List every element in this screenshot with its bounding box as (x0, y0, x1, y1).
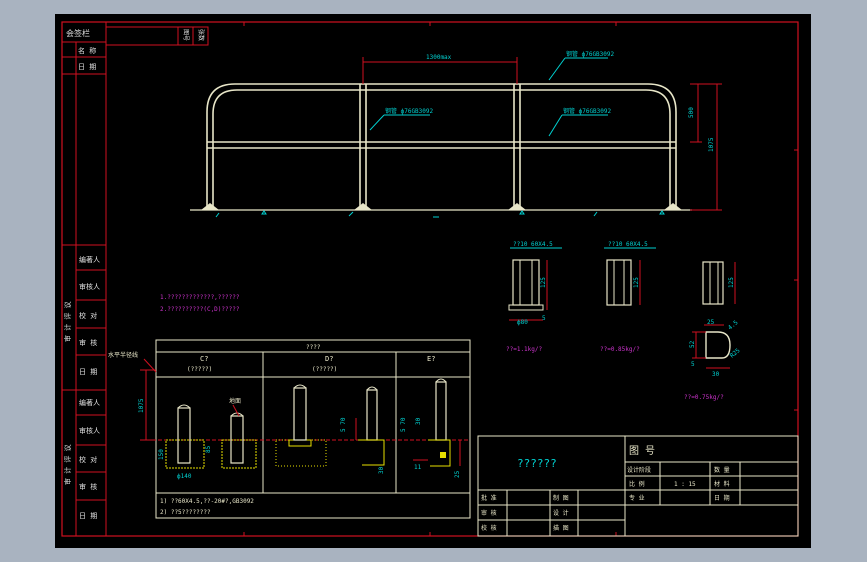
foundation-height: 1075 (138, 398, 145, 413)
pipe-label-2: 钢管 ф76GB3092 (385, 107, 434, 115)
drawing-no-label: 图 号 (629, 445, 655, 457)
note-1: 1.?????????????,?????? (160, 294, 240, 301)
col-c-dim-150: 150 (158, 449, 165, 460)
bracket-mass: ??=0.75kg/? (684, 394, 724, 401)
strip-row: 审 核 (79, 338, 97, 347)
post-2-mass: ??=0.85kg/? (600, 346, 640, 353)
col-d-dim-a: 5 70 (340, 417, 347, 432)
strip-row: 编著人 (79, 255, 100, 264)
strip-row: 审 核 (79, 482, 97, 491)
sign-design: 设 计 (553, 509, 569, 517)
pipe-label-1: 钢管 ф76GB3092 (566, 50, 615, 58)
top-tag-b: 张数 (197, 29, 205, 41)
col-c-sub: (?????) (187, 366, 212, 373)
col-c-dim-85: 85 (205, 445, 212, 453)
foundation-title: ???? (306, 344, 321, 351)
strip-row: 审核人 (79, 426, 100, 435)
foundation-side-label: 水平半径线 (108, 351, 138, 359)
sign-draw: 制 图 (553, 494, 569, 502)
note-2: 2.??????????(C,D)????? (160, 306, 240, 313)
cad-drawing-canvas[interactable]: 会签栏 名 称 日 期 审 计 评 议 编著人 审核人 校 对 审 核 日 期 … (0, 0, 867, 562)
sign-review: 审 核 (481, 509, 497, 517)
foundation-note-1: 1) ??60X4.5,??-20#?,GB3092 (160, 498, 254, 505)
drawing-name: ?????? (517, 457, 557, 470)
top-tag-a: 图号 (182, 29, 189, 41)
bracket-dim-30: 30 (712, 371, 720, 378)
col-c-dim-140: ф140 (177, 473, 192, 480)
col-d-dim-b: 30 (378, 466, 385, 474)
strip-row: 日 期 (79, 368, 97, 376)
dim-height: 1075 (708, 137, 715, 152)
strip-group-1-vertical: 审 计 评 议 (63, 301, 72, 342)
bracket-dim-25: 25 (707, 319, 715, 326)
scale-value: 1 : 15 (674, 481, 696, 488)
col-c-tag: 地面 (229, 397, 241, 405)
pipe-label-3: 钢管 ф76GB3092 (563, 107, 612, 115)
sign-approve: 批 准 (481, 494, 497, 502)
sign-trace: 描 图 (553, 524, 569, 532)
quantity-label: 数 量 (714, 466, 730, 474)
countersign-head: 会签栏 (66, 28, 90, 38)
post-1-dim-height: 125 (540, 277, 547, 288)
post-1-title: ??10 60X4.5 (513, 241, 553, 248)
countersign-date-label: 日 期 (78, 63, 96, 71)
col-e-dim-d: 11 (414, 464, 422, 471)
strip-row: 校 对 (79, 311, 97, 320)
post-1-dim-base: 5 (542, 315, 546, 322)
col-c-head: C? (200, 355, 208, 363)
strip-group-2-vertical: 审 计 评 议 (63, 444, 72, 485)
strip-row: 校 对 (79, 455, 97, 464)
post-1-base: ф80 (517, 319, 528, 326)
foundation-note-2: 2) ??5???????? (160, 509, 211, 516)
countersign-name-label: 名 称 (78, 46, 96, 55)
dim-top: 1300max (426, 54, 452, 61)
col-d-head: D? (325, 355, 333, 363)
strip-row: 编著人 (79, 398, 100, 407)
bracket-dim-52: 52 (689, 340, 696, 348)
col-e-head: E? (427, 355, 435, 363)
major-label: 专 业 (629, 494, 645, 502)
design-stage-label: 设计阶段 (627, 466, 651, 474)
post-2-title: ??10 60X4.5 (608, 241, 648, 248)
dim-upper: 500 (688, 107, 695, 118)
strip-row: 日 期 (79, 512, 97, 520)
post-3-dim-height: 125 (728, 277, 735, 288)
post-2-dim-height: 125 (633, 277, 640, 288)
post-1-mass: ??=1.1kg/? (506, 346, 543, 353)
date-label: 日 期 (714, 494, 730, 502)
col-e-dim-a: 5 70 (400, 417, 407, 432)
col-e-dim-c: 25 (454, 470, 461, 478)
col-d-sub: (?????) (312, 366, 337, 373)
material-label: 材 料 (714, 480, 730, 488)
sign-check: 校 核 (481, 524, 497, 532)
bracket-dim-5: 5 (691, 361, 695, 368)
col-e-dim-b: 30 (415, 417, 422, 425)
strip-row: 审核人 (79, 282, 100, 291)
scale-label: 比 例 (629, 480, 645, 488)
